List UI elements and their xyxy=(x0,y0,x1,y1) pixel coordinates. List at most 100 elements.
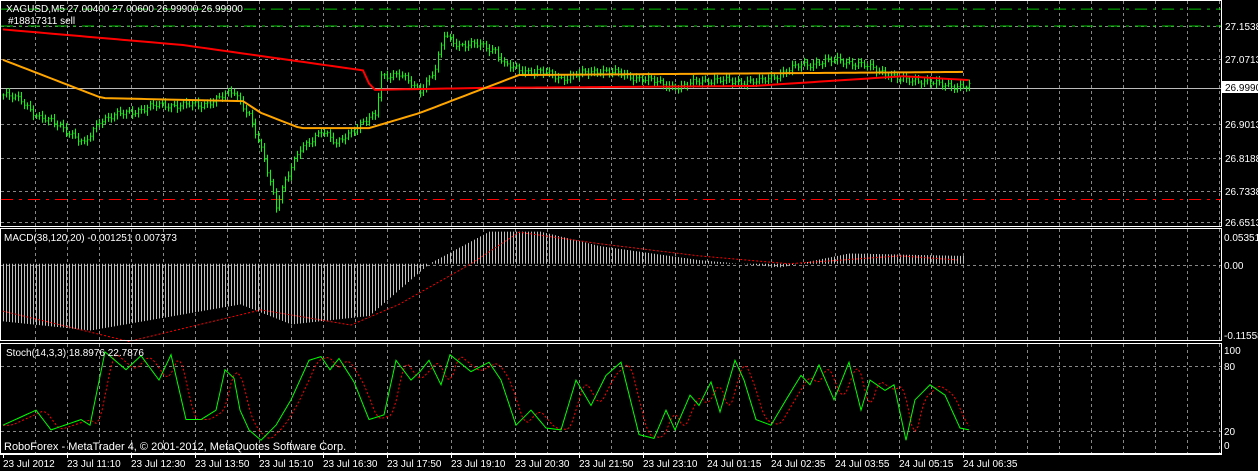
price-bar xyxy=(395,70,398,78)
price-bar xyxy=(293,156,296,171)
price-bar xyxy=(350,128,353,138)
price-bar xyxy=(431,71,434,79)
price-bar xyxy=(149,100,152,111)
metatrader-chart[interactable]: XAGUSD,M5 27.00400 27.00600 26.99900 26.… xyxy=(0,0,1258,471)
price-bar xyxy=(140,105,143,114)
price-bars xyxy=(2,31,971,213)
price-bar xyxy=(152,99,155,110)
price-bar xyxy=(341,134,344,143)
price-bar xyxy=(86,135,89,146)
price-bar xyxy=(248,110,251,116)
price-bar xyxy=(245,104,248,118)
price-bar xyxy=(458,40,461,51)
price-bar xyxy=(284,176,287,192)
price-bar xyxy=(389,72,392,83)
stoch-label: Stoch(14,3,3) 18.8976 22.7876 xyxy=(6,348,144,359)
price-bar xyxy=(329,129,332,142)
price-bar xyxy=(269,169,272,186)
stoch-axis-label: 100 xyxy=(1224,346,1241,357)
price-bar xyxy=(863,59,866,69)
price-bar xyxy=(461,42,464,47)
price-bar xyxy=(605,67,608,73)
price-bar xyxy=(854,62,857,70)
time-label: 23 Jul 19:10 xyxy=(451,459,506,470)
price-bar xyxy=(119,106,122,117)
price-bar xyxy=(872,60,875,71)
price-bar xyxy=(125,109,128,119)
price-bar xyxy=(287,171,290,182)
price-bar xyxy=(695,76,698,85)
price-bar xyxy=(62,119,65,133)
price-bar xyxy=(734,77,737,86)
price-bar xyxy=(428,75,431,86)
price-bar xyxy=(950,79,953,92)
price-bar xyxy=(302,142,305,153)
price-bar xyxy=(335,138,338,148)
price-bar xyxy=(620,68,623,79)
price-bar xyxy=(518,63,521,76)
price-bar xyxy=(704,75,707,83)
price-bar xyxy=(683,80,686,89)
price-bar xyxy=(338,137,341,147)
time-label: 23 Jul 20:30 xyxy=(515,459,570,470)
price-bar xyxy=(359,119,362,134)
price-bar xyxy=(881,65,884,76)
price-bar xyxy=(56,120,59,131)
price-bar xyxy=(509,59,512,72)
price-bar xyxy=(326,130,329,137)
price-bar xyxy=(473,39,476,48)
price-bar xyxy=(200,101,203,113)
main-pane-border xyxy=(0,0,1222,227)
price-bar xyxy=(53,114,56,128)
macd-axis-label: 0.053514 xyxy=(1224,233,1258,244)
price-bar xyxy=(758,73,761,85)
price-bar xyxy=(905,72,908,83)
time-label: 23 Jul 23:10 xyxy=(643,459,698,470)
stoch-axis-label: 20 xyxy=(1224,427,1236,438)
price-bar xyxy=(866,63,869,71)
price-bar xyxy=(656,77,659,87)
price-bar xyxy=(719,76,722,84)
price-bar xyxy=(17,91,20,102)
price-bar xyxy=(749,75,752,84)
time-label: 23 Jul 13:50 xyxy=(195,459,250,470)
price-bar xyxy=(455,38,458,50)
price-bar xyxy=(362,118,365,125)
price-bar xyxy=(533,68,536,79)
price-bar xyxy=(68,131,71,138)
price-bar xyxy=(236,91,239,100)
price-bar xyxy=(632,74,635,86)
price-bar xyxy=(320,128,323,138)
price-bar xyxy=(392,70,395,81)
price-bar xyxy=(377,92,380,118)
price-bar xyxy=(14,93,17,101)
price-bar xyxy=(173,100,176,108)
price-bar xyxy=(608,67,611,78)
price-bar xyxy=(422,84,425,97)
price-bar xyxy=(569,70,572,84)
price-bar xyxy=(401,71,404,79)
price-bar xyxy=(128,106,131,114)
price-bar xyxy=(134,110,137,117)
time-label: 24 Jul 05:15 xyxy=(899,459,954,470)
price-bar xyxy=(911,77,914,86)
price-bar xyxy=(503,57,506,67)
time-label: 24 Jul 01:15 xyxy=(707,459,762,470)
price-axis: 27.1538 27.0713 26.9013 26.8188 26.7338 … xyxy=(1222,22,1258,452)
price-label: 26.6513 xyxy=(1225,218,1258,229)
price-bar xyxy=(44,114,47,123)
price-bar xyxy=(644,76,647,84)
price-bar xyxy=(659,76,662,84)
price-bar xyxy=(587,68,590,79)
price-bar xyxy=(944,82,947,91)
price-bar xyxy=(779,69,782,82)
price-bar xyxy=(443,31,446,50)
price-bar xyxy=(848,56,851,65)
price-bar xyxy=(50,114,53,122)
price-bar xyxy=(539,67,542,74)
price-bar xyxy=(494,47,497,54)
price-bar xyxy=(356,124,359,135)
stoch-axis-label: 0 xyxy=(1224,441,1230,452)
price-bar xyxy=(299,146,302,160)
price-bar xyxy=(920,80,923,89)
